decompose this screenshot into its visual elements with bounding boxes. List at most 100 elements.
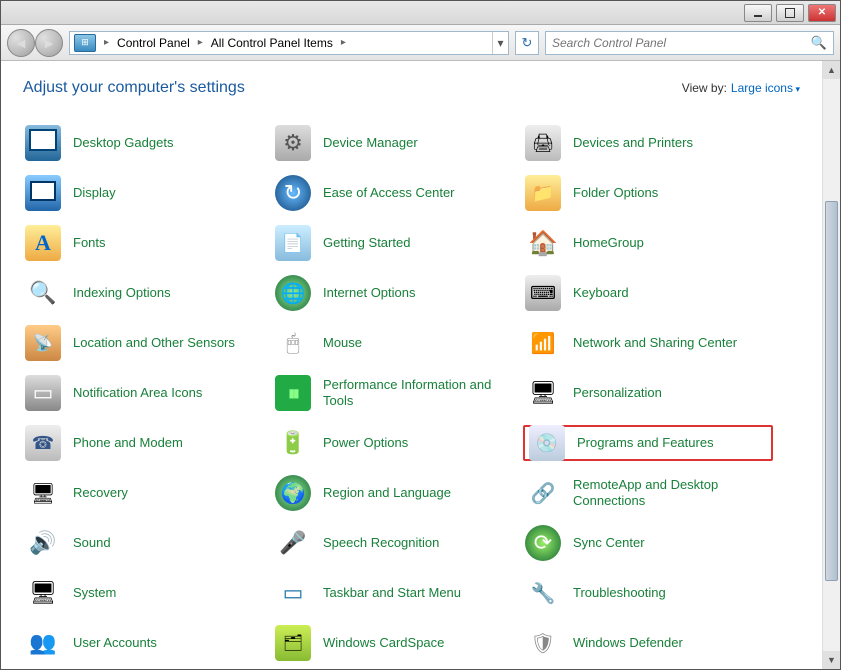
control-panel-item[interactable]: Getting Started xyxy=(273,225,523,261)
item-label: Windows CardSpace xyxy=(323,635,444,651)
minimize-button[interactable] xyxy=(744,4,772,22)
refresh-button[interactable]: ↻ xyxy=(515,31,539,55)
item-label: Network and Sharing Center xyxy=(573,335,737,351)
item-label: Display xyxy=(73,185,116,201)
breadcrumb-dropdown[interactable]: ▾ xyxy=(492,32,508,54)
item-label: Internet Options xyxy=(323,285,416,301)
control-panel-item[interactable]: Location and Other Sensors xyxy=(23,325,273,361)
folder-icon xyxy=(525,175,561,211)
vertical-scrollbar[interactable]: ▲ ▼ xyxy=(822,61,840,669)
control-panel-item[interactable]: User Accounts xyxy=(23,625,273,661)
fonts-icon xyxy=(25,225,61,261)
item-label: Mouse xyxy=(323,335,362,351)
item-label: Indexing Options xyxy=(73,285,171,301)
control-panel-item[interactable]: System xyxy=(23,575,273,611)
ease-icon xyxy=(275,175,311,211)
printers-icon xyxy=(525,125,561,161)
item-label: Power Options xyxy=(323,435,408,451)
view-by: View by: Large icons xyxy=(682,81,800,95)
item-label: Device Manager xyxy=(323,135,418,151)
phone-icon xyxy=(25,425,61,461)
control-panel-item[interactable]: Power Options xyxy=(273,425,523,461)
scroll-up-arrow[interactable]: ▲ xyxy=(823,61,840,79)
control-panel-item[interactable]: Indexing Options xyxy=(23,275,273,311)
control-panel-item[interactable]: Devices and Printers xyxy=(523,125,773,161)
control-panel-item[interactable]: Region and Language xyxy=(273,475,523,511)
trouble-icon xyxy=(525,575,561,611)
breadcrumb-sep: ▸ xyxy=(337,37,350,48)
control-panel-item[interactable]: Ease of Access Center xyxy=(273,175,523,211)
device-icon xyxy=(275,125,311,161)
scroll-down-arrow[interactable]: ▼ xyxy=(823,651,840,669)
gadgets-icon xyxy=(25,125,61,161)
control-panel-item[interactable]: Performance Information and Tools xyxy=(273,375,523,411)
sync-icon xyxy=(525,525,561,561)
control-panel-item[interactable]: Keyboard xyxy=(523,275,773,311)
view-by-value[interactable]: Large icons xyxy=(731,81,800,95)
search-box[interactable]: 🔍 xyxy=(545,31,834,55)
titlebar: ✕ xyxy=(1,1,840,25)
control-panel-item[interactable]: Display xyxy=(23,175,273,211)
page-heading: Adjust your computer's settings xyxy=(23,79,245,97)
indexing-icon xyxy=(25,275,61,311)
control-panel-item[interactable]: Internet Options xyxy=(273,275,523,311)
search-icon[interactable]: 🔍 xyxy=(811,35,827,51)
control-panel-item[interactable]: Recovery xyxy=(23,475,273,511)
control-panel-item[interactable]: Folder Options xyxy=(523,175,773,211)
taskbar-icon xyxy=(275,575,311,611)
control-panel-item[interactable]: Device Manager xyxy=(273,125,523,161)
back-button[interactable]: ◄ xyxy=(7,29,35,57)
speech-icon xyxy=(275,525,311,561)
scroll-thumb[interactable] xyxy=(825,201,838,581)
maximize-button[interactable] xyxy=(776,4,804,22)
item-label: HomeGroup xyxy=(573,235,644,251)
item-label: Sound xyxy=(73,535,111,551)
item-label: Location and Other Sensors xyxy=(73,335,235,351)
control-panel-item[interactable]: Mouse xyxy=(273,325,523,361)
control-panel-item[interactable]: Sync Center xyxy=(523,525,773,561)
control-panel-item[interactable]: Sound xyxy=(23,525,273,561)
item-label: Performance Information and Tools xyxy=(323,377,503,408)
breadcrumb-bar[interactable]: ⊞ ▸ Control Panel ▸ All Control Panel It… xyxy=(69,31,509,55)
forward-button[interactable]: ► xyxy=(35,29,63,57)
control-panel-item[interactable]: Windows Defender xyxy=(523,625,773,661)
close-button[interactable]: ✕ xyxy=(808,4,836,22)
content-area: Adjust your computer's settings View by:… xyxy=(1,61,840,669)
control-panel-item[interactable]: HomeGroup xyxy=(523,225,773,261)
search-input[interactable] xyxy=(552,36,811,50)
item-label: Region and Language xyxy=(323,485,451,501)
items-grid: Desktop Gadgets Device Manager Devices and… xyxy=(23,125,828,661)
control-panel-item[interactable]: Notification Area Icons xyxy=(23,375,273,411)
power-icon xyxy=(275,425,311,461)
item-label: Recovery xyxy=(73,485,128,501)
item-label: Desktop Gadgets xyxy=(73,135,173,151)
control-panel-item[interactable]: Personalization xyxy=(523,375,773,411)
display-icon xyxy=(25,175,61,211)
programs-icon xyxy=(529,425,565,461)
item-label: Personalization xyxy=(573,385,662,401)
control-panel-item[interactable]: Fonts xyxy=(23,225,273,261)
defender-icon xyxy=(525,625,561,661)
control-panel-item[interactable]: Network and Sharing Center xyxy=(523,325,773,361)
recovery-icon xyxy=(25,475,61,511)
breadcrumb-root[interactable]: Control Panel xyxy=(113,36,194,50)
perf-icon xyxy=(275,375,311,411)
mouse-icon xyxy=(275,325,311,361)
control-panel-item[interactable]: RemoteApp and Desktop Connections xyxy=(523,475,773,511)
control-panel-item[interactable]: Programs and Features xyxy=(523,425,773,461)
region-icon xyxy=(275,475,311,511)
user-icon xyxy=(25,625,61,661)
control-panel-item[interactable]: Troubleshooting xyxy=(523,575,773,611)
item-label: Ease of Access Center xyxy=(323,185,455,201)
control-panel-item[interactable]: Speech Recognition xyxy=(273,525,523,561)
view-by-label: View by: xyxy=(682,81,727,95)
breadcrumb-current[interactable]: All Control Panel Items xyxy=(207,36,337,50)
item-label: Windows Defender xyxy=(573,635,683,651)
control-panel-item[interactable]: Desktop Gadgets xyxy=(23,125,273,161)
item-label: Phone and Modem xyxy=(73,435,183,451)
control-panel-item[interactable]: Taskbar and Start Menu xyxy=(273,575,523,611)
getstarted-icon xyxy=(275,225,311,261)
control-panel-item[interactable]: Phone and Modem xyxy=(23,425,273,461)
control-panel-item[interactable]: Windows CardSpace xyxy=(273,625,523,661)
item-label: Devices and Printers xyxy=(573,135,693,151)
